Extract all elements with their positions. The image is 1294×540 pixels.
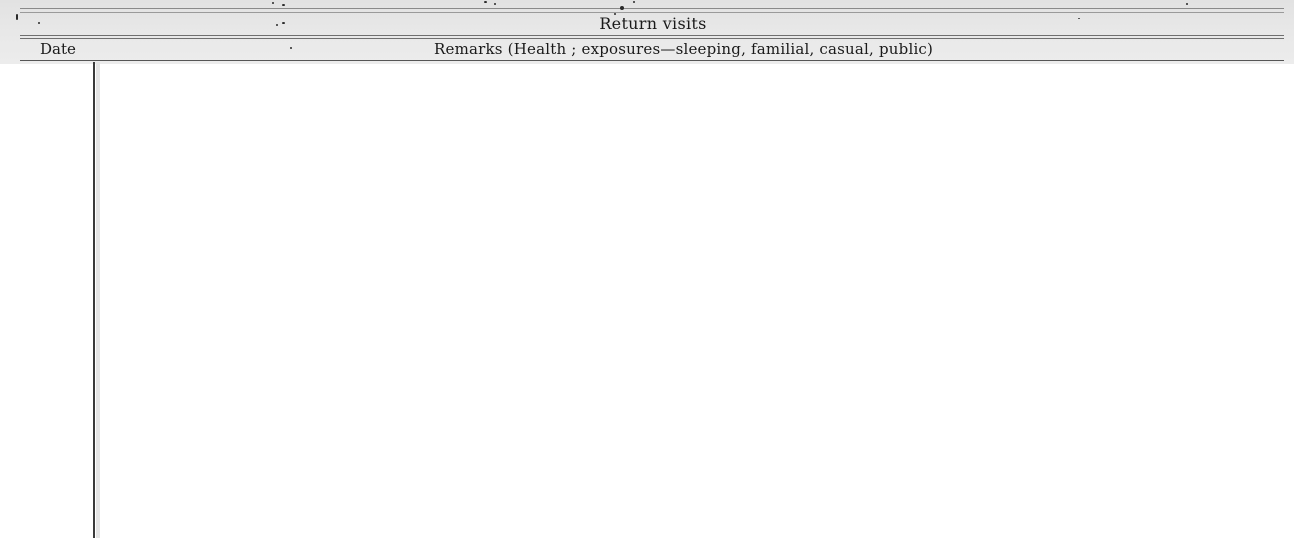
scan-speck <box>282 4 285 6</box>
date-column <box>20 62 92 538</box>
remarks-column-header: Remarks (Health ; exposures—sleeping, fa… <box>434 40 934 58</box>
scan-speck <box>1078 18 1080 19</box>
scan-speck <box>38 22 40 24</box>
form-header-band: Return visits Date Remarks (Health ; exp… <box>0 0 1294 64</box>
scan-speck <box>633 1 635 3</box>
top-rule-secondary <box>20 12 1284 13</box>
scan-speck <box>282 22 285 24</box>
scan-speck <box>1186 3 1188 5</box>
scan-speck <box>614 13 616 15</box>
scan-speck <box>290 47 292 49</box>
column-divider <box>93 62 95 538</box>
title-underline-rule <box>20 35 1284 36</box>
scan-speck <box>272 2 274 4</box>
scan-speck <box>484 1 487 3</box>
scan-speck <box>620 6 624 10</box>
scan-speck <box>276 24 278 26</box>
scan-speck <box>494 3 496 5</box>
date-column-header: Date <box>40 40 76 58</box>
top-rule <box>20 8 1284 9</box>
title-underline-rule-secondary <box>20 38 1284 39</box>
column-header-rule <box>20 60 1284 61</box>
section-title: Return visits <box>599 14 707 33</box>
scan-speck <box>16 14 18 20</box>
remarks-column <box>101 62 1284 538</box>
column-divider-shadow <box>96 62 100 538</box>
